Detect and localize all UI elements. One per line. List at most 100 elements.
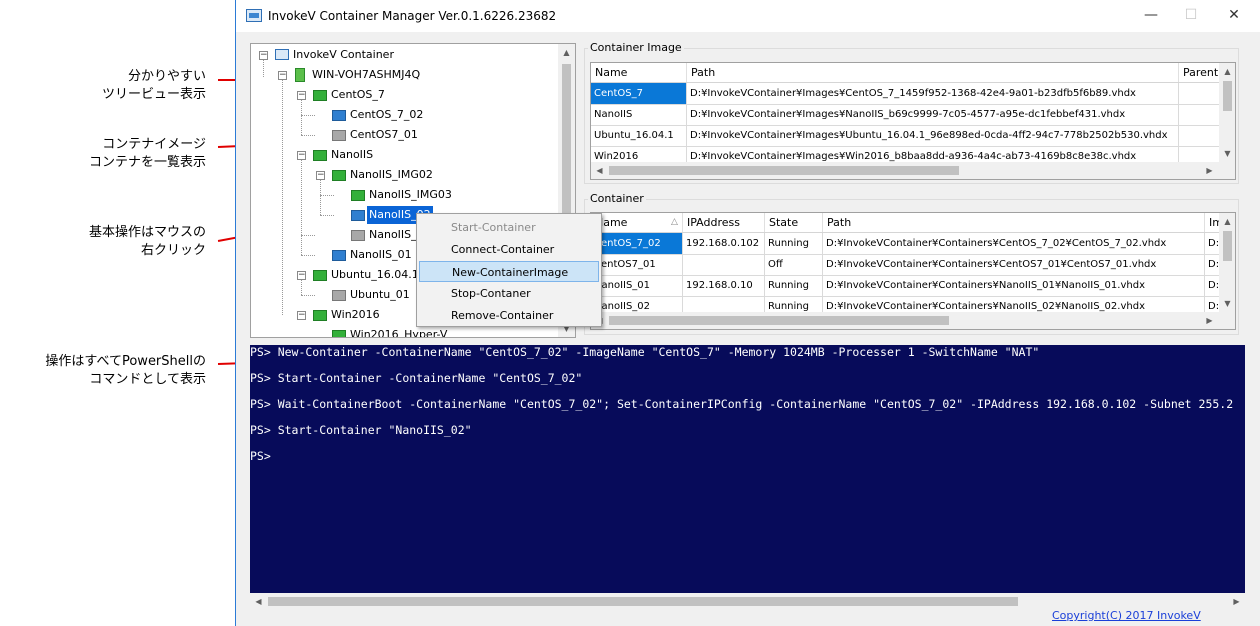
- scroll-left-icon[interactable]: ◀: [250, 593, 267, 610]
- annotation-container-list: コンテナイメージ コンテナを一覧表示: [6, 136, 206, 172]
- tree-node-image[interactable]: − NanoIIS: [297, 146, 557, 164]
- grid-cell[interactable]: Running: [765, 275, 823, 296]
- grid-cell[interactable]: Off: [765, 254, 823, 275]
- maximize-button[interactable]: ☐: [1176, 4, 1206, 26]
- column-header-name[interactable]: Name △: [591, 213, 683, 232]
- tree-node-image[interactable]: − NanoIIS_IMG02: [316, 166, 556, 184]
- grid-cell[interactable]: 192.168.0.102: [683, 233, 765, 254]
- scroll-right-icon[interactable]: ▶: [1228, 593, 1245, 610]
- scroll-left-icon[interactable]: ◀: [591, 162, 608, 179]
- tree-node-container[interactable]: CentOS_7_02: [317, 106, 557, 124]
- tree-node-label: NanoIIS_: [369, 228, 417, 241]
- grid-cell[interactable]: Ubuntu_16.04.1: [591, 125, 687, 146]
- menu-item-new-container-image[interactable]: New-ContainerImage: [419, 261, 599, 282]
- container-grid-horizontal-scrollbar[interactable]: ◀ ▶: [591, 312, 1235, 329]
- copyright-link[interactable]: Copyright(C) 2017 InvokeV: [1052, 609, 1201, 622]
- column-header-name[interactable]: Name: [591, 63, 687, 82]
- annotation-text: 分かりやすい: [127, 69, 206, 84]
- collapse-icon[interactable]: −: [259, 51, 268, 60]
- scroll-right-icon[interactable]: ▶: [1201, 312, 1218, 329]
- tree-connector: [301, 99, 302, 135]
- tree-node-image[interactable]: Win2016_Hyper-V: [317, 326, 557, 337]
- tree-connector: [301, 135, 315, 136]
- scroll-thumb[interactable]: [1223, 81, 1232, 111]
- table-row[interactable]: CentOS_7 D:¥InvokeVContainer¥Images¥Cent…: [591, 83, 1223, 105]
- container-image-icon: [313, 150, 327, 161]
- collapse-icon[interactable]: −: [297, 311, 306, 320]
- table-row[interactable]: NanoIIS_01 192.168.0.10 Running D:¥Invok…: [591, 275, 1235, 297]
- container-image-icon: [313, 310, 327, 321]
- table-row[interactable]: CentOS_7_02 192.168.0.102 Running D:¥Inv…: [591, 233, 1235, 255]
- grid-cell[interactable]: [1179, 125, 1223, 146]
- grid-cell[interactable]: [1179, 104, 1223, 125]
- image-grid-vertical-scrollbar[interactable]: ▲ ▼: [1219, 63, 1235, 162]
- grid-cell[interactable]: CentOS_7_02: [591, 233, 683, 254]
- menu-item-start-container[interactable]: Start-Container: [419, 217, 599, 238]
- minimize-button[interactable]: —: [1136, 4, 1166, 26]
- column-header-parent[interactable]: Parent: [1179, 63, 1223, 82]
- annotation-text: コンテナを一覧表示: [88, 155, 206, 170]
- image-grid-horizontal-scrollbar[interactable]: ◀ ▶: [591, 162, 1235, 179]
- grid-cell[interactable]: D:¥InvokeVContainer¥Containers¥CentOS7_0…: [823, 254, 1205, 275]
- tree-node-label: WIN-VOH7ASHMJ4Q: [312, 68, 421, 81]
- grid-cell[interactable]: D:¥InvokeVContainer¥Images¥NanoIIS_b69c9…: [687, 104, 1179, 125]
- collapse-icon[interactable]: −: [316, 171, 325, 180]
- table-row[interactable]: CentOS7_01 Off D:¥InvokeVContainer¥Conta…: [591, 254, 1235, 276]
- tree-node-container[interactable]: CentOS7_01: [317, 126, 557, 144]
- grid-cell[interactable]: CentOS7_01: [591, 254, 683, 275]
- container-image-grid[interactable]: Name Path Parent CentOS_7 D:¥InvokeVCont…: [590, 62, 1236, 180]
- title-bar[interactable]: InvokeV Container Manager Ver.0.1.6226.2…: [236, 0, 1260, 32]
- sort-ascending-icon: △: [671, 217, 678, 227]
- scroll-up-icon[interactable]: ▲: [558, 44, 575, 61]
- collapse-icon[interactable]: −: [297, 91, 306, 100]
- container-stopped-icon: [351, 230, 365, 241]
- grid-cell[interactable]: CentOS_7: [591, 83, 687, 104]
- grid-cell[interactable]: [1179, 83, 1223, 104]
- console-horizontal-scrollbar[interactable]: ◀ ▶: [250, 593, 1245, 610]
- powershell-console[interactable]: PS> New-Container -ContainerName "CentOS…: [250, 345, 1245, 593]
- menu-item-connect-container[interactable]: Connect-Container: [419, 239, 599, 260]
- tree-connector: [282, 79, 283, 315]
- table-row[interactable]: Ubuntu_16.04.1 D:¥InvokeVContainer¥Image…: [591, 125, 1223, 147]
- collapse-icon[interactable]: −: [278, 71, 287, 80]
- grid-cell[interactable]: Running: [765, 233, 823, 254]
- grid-cell[interactable]: NanoIIS: [591, 104, 687, 125]
- collapse-icon[interactable]: −: [297, 271, 306, 280]
- grid-cell[interactable]: D:¥InvokeVContainer¥Images¥Ubuntu_16.04.…: [687, 125, 1179, 146]
- grid-cell[interactable]: D:¥InvokeVContainer¥Images¥CentOS_7_1459…: [687, 83, 1179, 104]
- grid-cell[interactable]: 192.168.0.10: [683, 275, 765, 296]
- scroll-thumb[interactable]: [268, 597, 1018, 606]
- scroll-thumb[interactable]: [609, 166, 959, 175]
- container-grid-vertical-scrollbar[interactable]: ▲ ▼: [1219, 213, 1235, 312]
- column-header-ipaddress[interactable]: IPAddress: [683, 213, 765, 232]
- annotation-text: 操作はすべてPowerShellの: [45, 354, 206, 369]
- grid-cell[interactable]: D:¥InvokeVContainer¥Containers¥CentOS_7_…: [823, 233, 1205, 254]
- close-button[interactable]: ✕: [1219, 4, 1249, 26]
- scroll-right-icon[interactable]: ▶: [1201, 162, 1218, 179]
- tree-node-host[interactable]: − WIN-VOH7ASHMJ4Q: [278, 66, 558, 84]
- scroll-down-icon[interactable]: ▼: [1219, 295, 1235, 312]
- column-header-path[interactable]: Path: [687, 63, 1179, 82]
- tree-node-label: NanoIIS: [331, 148, 374, 161]
- tree-node-label: NanoIIS_IMG02: [350, 168, 433, 181]
- scroll-up-icon[interactable]: ▲: [1219, 63, 1235, 80]
- scroll-down-icon[interactable]: ▼: [1219, 145, 1235, 162]
- column-header-path[interactable]: Path: [823, 213, 1205, 232]
- tree-node-root[interactable]: − InvokeV Container: [259, 46, 559, 64]
- tree-node-image[interactable]: − CentOS_7: [297, 86, 557, 104]
- column-header-state[interactable]: State: [765, 213, 823, 232]
- tree-node-image[interactable]: NanoIIS_IMG03: [336, 186, 556, 204]
- console-line: PS> Start-Container -ContainerName "Cent…: [250, 371, 583, 385]
- grid-cell[interactable]: [683, 254, 765, 275]
- scroll-thumb[interactable]: [609, 316, 949, 325]
- scroll-up-icon[interactable]: ▲: [1219, 213, 1235, 230]
- container-grid[interactable]: Name △ IPAddress State Path Im CentOS_7_0…: [590, 212, 1236, 330]
- menu-item-remove-container[interactable]: Remove-Container: [419, 305, 599, 326]
- tree-node-label: NanoIIS_01: [350, 248, 412, 261]
- grid-cell[interactable]: NanoIIS_01: [591, 275, 683, 296]
- collapse-icon[interactable]: −: [297, 151, 306, 160]
- menu-item-stop-container[interactable]: Stop-Contaner: [419, 283, 599, 304]
- table-row[interactable]: NanoIIS D:¥InvokeVContainer¥Images¥NanoI…: [591, 104, 1223, 126]
- grid-cell[interactable]: D:¥InvokeVContainer¥Containers¥NanoIIS_0…: [823, 275, 1205, 296]
- scroll-thumb[interactable]: [1223, 231, 1232, 261]
